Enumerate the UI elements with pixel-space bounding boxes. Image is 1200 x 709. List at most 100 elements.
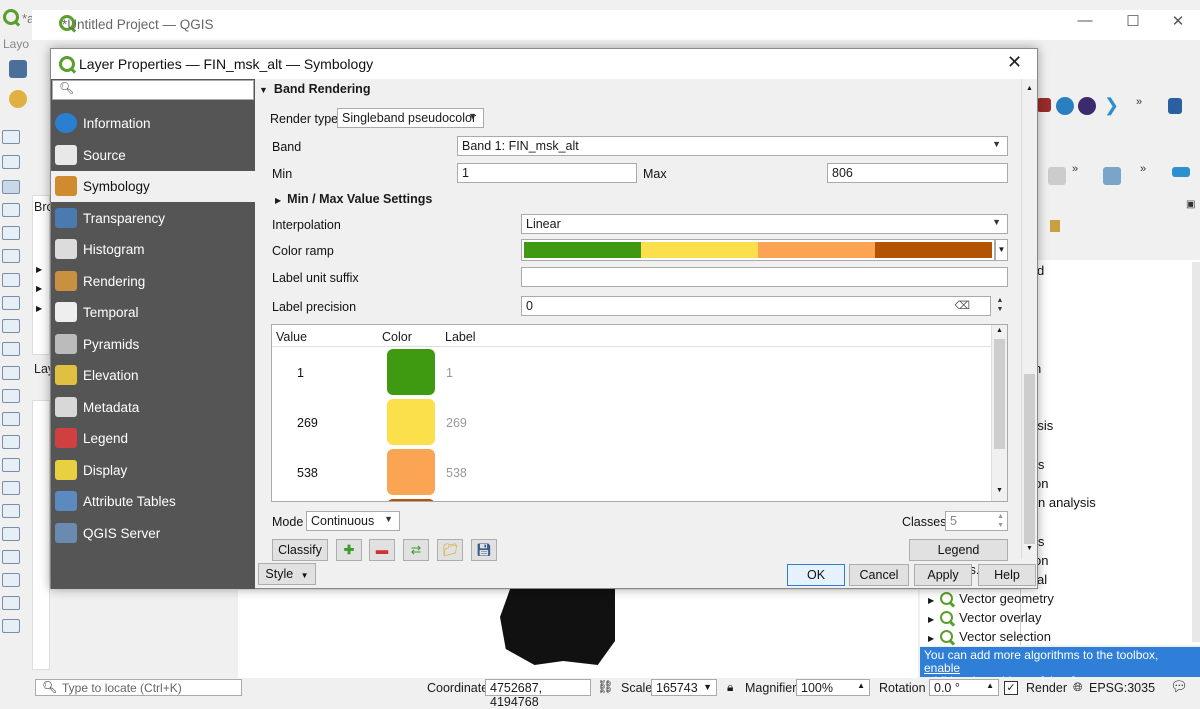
crs-globe-icon[interactable]: 🌐︎ <box>1073 680 1083 695</box>
add-shape-icon[interactable] <box>2 412 20 426</box>
render-type-combo[interactable]: Singleband pseudocolor ▼ <box>337 108 484 128</box>
crs-label[interactable]: EPSG:3035 <box>1089 681 1155 695</box>
row-color-swatch[interactable] <box>387 449 435 495</box>
close-window-icon[interactable]: ✕ <box>1158 12 1198 30</box>
scroll-thumb[interactable] <box>1024 374 1035 544</box>
sidebar-item-transparency[interactable]: Transparency <box>51 203 255 234</box>
messages-icon[interactable]: 💬︎ <box>1170 678 1188 695</box>
cancel-button[interactable]: Cancel <box>849 564 909 586</box>
max-field[interactable]: 806 <box>827 163 1008 183</box>
add-chart-icon[interactable] <box>2 573 20 587</box>
table-scrollbar[interactable]: ▲ ▼ <box>991 325 1007 501</box>
sidebar-item-source[interactable]: Source <box>51 140 255 171</box>
spin-icon[interactable]: ▲ ▼ <box>997 512 1004 530</box>
plugin-icon[interactable] <box>1078 97 1096 115</box>
clear-field-icon[interactable]: ⌫ <box>954 299 970 312</box>
table-row[interactable] <box>272 497 992 501</box>
save-classes-button[interactable]: 💾︎ <box>471 539 497 561</box>
sidebar-item-symbology[interactable]: Symbology <box>51 171 255 202</box>
label-precision-field[interactable]: 0 ⌫ <box>521 296 991 316</box>
digitize-icon[interactable] <box>1172 167 1190 177</box>
overflow-icon[interactable]: » <box>1140 163 1146 175</box>
coordinate-toggle-icon[interactable]: ⛓ <box>597 679 614 695</box>
precision-spinner[interactable]: ▲ ▼ <box>992 296 1008 316</box>
coordinate-field[interactable]: 4752687, 4194768 <box>485 679 591 709</box>
table-row[interactable]: 269 269 <box>272 397 992 447</box>
add-grid-icon[interactable] <box>2 550 20 564</box>
zoom-full-icon[interactable] <box>2 203 20 217</box>
render-checkbox[interactable]: ✓ <box>1004 681 1018 695</box>
panel-close-icon[interactable]: ▣ <box>1186 199 1195 210</box>
classify-button[interactable]: Classify <box>272 539 328 561</box>
overflow-icon[interactable]: » <box>1136 96 1142 108</box>
sidebar-item-display[interactable]: Display <box>51 455 255 486</box>
zoom-icon[interactable] <box>2 155 20 169</box>
toolbox-item-vector-geometry[interactable]: ▶ Vector geometry <box>928 591 1054 606</box>
sidebar-item-attribute-tables[interactable]: Attribute Tables <box>51 486 255 517</box>
overflow-icon[interactable]: » <box>1072 163 1078 175</box>
row-color-swatch[interactable] <box>387 349 435 395</box>
sidebar-item-pyramids[interactable]: Pyramids <box>51 329 255 360</box>
style-menu-button[interactable]: Style ▼ <box>258 563 316 585</box>
color-ramp-button[interactable] <box>521 239 995 261</box>
sidebar-item-qgis-server[interactable]: QGIS Server <box>51 518 255 549</box>
sidebar-item-temporal[interactable]: Temporal <box>51 297 255 328</box>
add-star-icon[interactable] <box>2 435 20 449</box>
add-class-button[interactable]: ✚ <box>336 539 362 561</box>
processing-scrollbar[interactable] <box>1192 262 1200 642</box>
wrench-icon[interactable] <box>1050 220 1060 232</box>
min-field[interactable]: 1 <box>457 163 637 183</box>
globe-icon[interactable] <box>1056 97 1074 115</box>
legend-settings-button[interactable]: Legend Settings... <box>909 539 1008 577</box>
add-raster-icon[interactable] <box>2 273 20 287</box>
expand-arrow-icon[interactable]: ▶ <box>36 265 42 274</box>
enable-providers-link[interactable]: enable <box>924 661 960 675</box>
sidebar-item-rendering[interactable]: Rendering <box>51 266 255 297</box>
add-line-icon[interactable] <box>2 596 20 610</box>
table-row[interactable]: 1 1 <box>272 347 992 397</box>
classes-spinbox[interactable]: 5 ▲ ▼ <box>945 511 1008 531</box>
scale-combo[interactable]: 165743 ▼ <box>651 679 717 696</box>
expand-arrow-icon[interactable]: ▶ <box>36 284 42 293</box>
sidebar-item-metadata[interactable]: Metadata <box>51 392 255 423</box>
add-layer-icon[interactable] <box>2 249 20 263</box>
minimize-icon[interactable]: — <box>1065 12 1105 29</box>
ok-button[interactable]: OK <box>787 564 845 586</box>
toolbox-item-vector-selection[interactable]: ▶ Vector selection <box>928 629 1051 644</box>
add-node-icon[interactable] <box>2 481 20 495</box>
row-color-swatch[interactable] <box>387 499 435 501</box>
close-icon[interactable]: ✕ <box>1007 52 1022 73</box>
scroll-down-icon[interactable]: ▼ <box>996 487 1003 494</box>
edit-icon[interactable] <box>1048 167 1066 185</box>
apply-button[interactable]: Apply <box>914 564 972 586</box>
content-scrollbar[interactable]: ▲ ▼ <box>1021 79 1037 559</box>
digitize-line-icon[interactable] <box>2 226 20 240</box>
grid-tool-icon[interactable] <box>1037 98 1051 112</box>
scroll-thumb[interactable] <box>994 339 1005 449</box>
help-button[interactable]: Help <box>978 564 1036 586</box>
sidebar-item-elevation[interactable]: Elevation <box>51 360 255 391</box>
band-combo[interactable]: Band 1: FIN_msk_alt ▼ <box>457 136 1008 156</box>
pan-hand-icon[interactable] <box>2 130 20 144</box>
toolbox-item-vector-overlay[interactable]: ▶ Vector overlay <box>928 610 1042 625</box>
header-label[interactable]: Label <box>445 330 476 344</box>
label-unit-suffix-field[interactable] <box>521 267 1008 287</box>
header-value[interactable]: Value <box>276 330 307 344</box>
minmax-section-header[interactable]: ▶ Min / Max Value Settings <box>275 192 432 206</box>
scroll-up-icon[interactable]: ▲ <box>1026 85 1033 92</box>
sidebar-item-legend[interactable]: Legend <box>51 423 255 454</box>
add-table-icon[interactable] <box>2 527 20 541</box>
help-toolbar-icon[interactable] <box>1168 98 1182 114</box>
select-icon[interactable] <box>2 180 20 194</box>
add-filter-icon[interactable] <box>2 619 20 633</box>
load-classes-button[interactable]: 📁︎ <box>437 539 463 561</box>
chevron-right-icon[interactable]: ❯ <box>1104 95 1119 116</box>
scroll-down-icon[interactable]: ▼ <box>1026 545 1033 552</box>
row-color-swatch[interactable] <box>387 399 435 445</box>
reverse-classes-button[interactable]: ⇄ <box>403 539 429 561</box>
magnifier-field[interactable]: 100% ▲ <box>796 679 870 696</box>
sidebar-item-histogram[interactable]: Histogram <box>51 234 255 265</box>
rotation-field[interactable]: 0.0 ° ▲ <box>929 679 999 696</box>
section-header[interactable]: ▼ Band Rendering <box>259 82 1019 102</box>
add-vector-icon[interactable] <box>2 296 20 310</box>
